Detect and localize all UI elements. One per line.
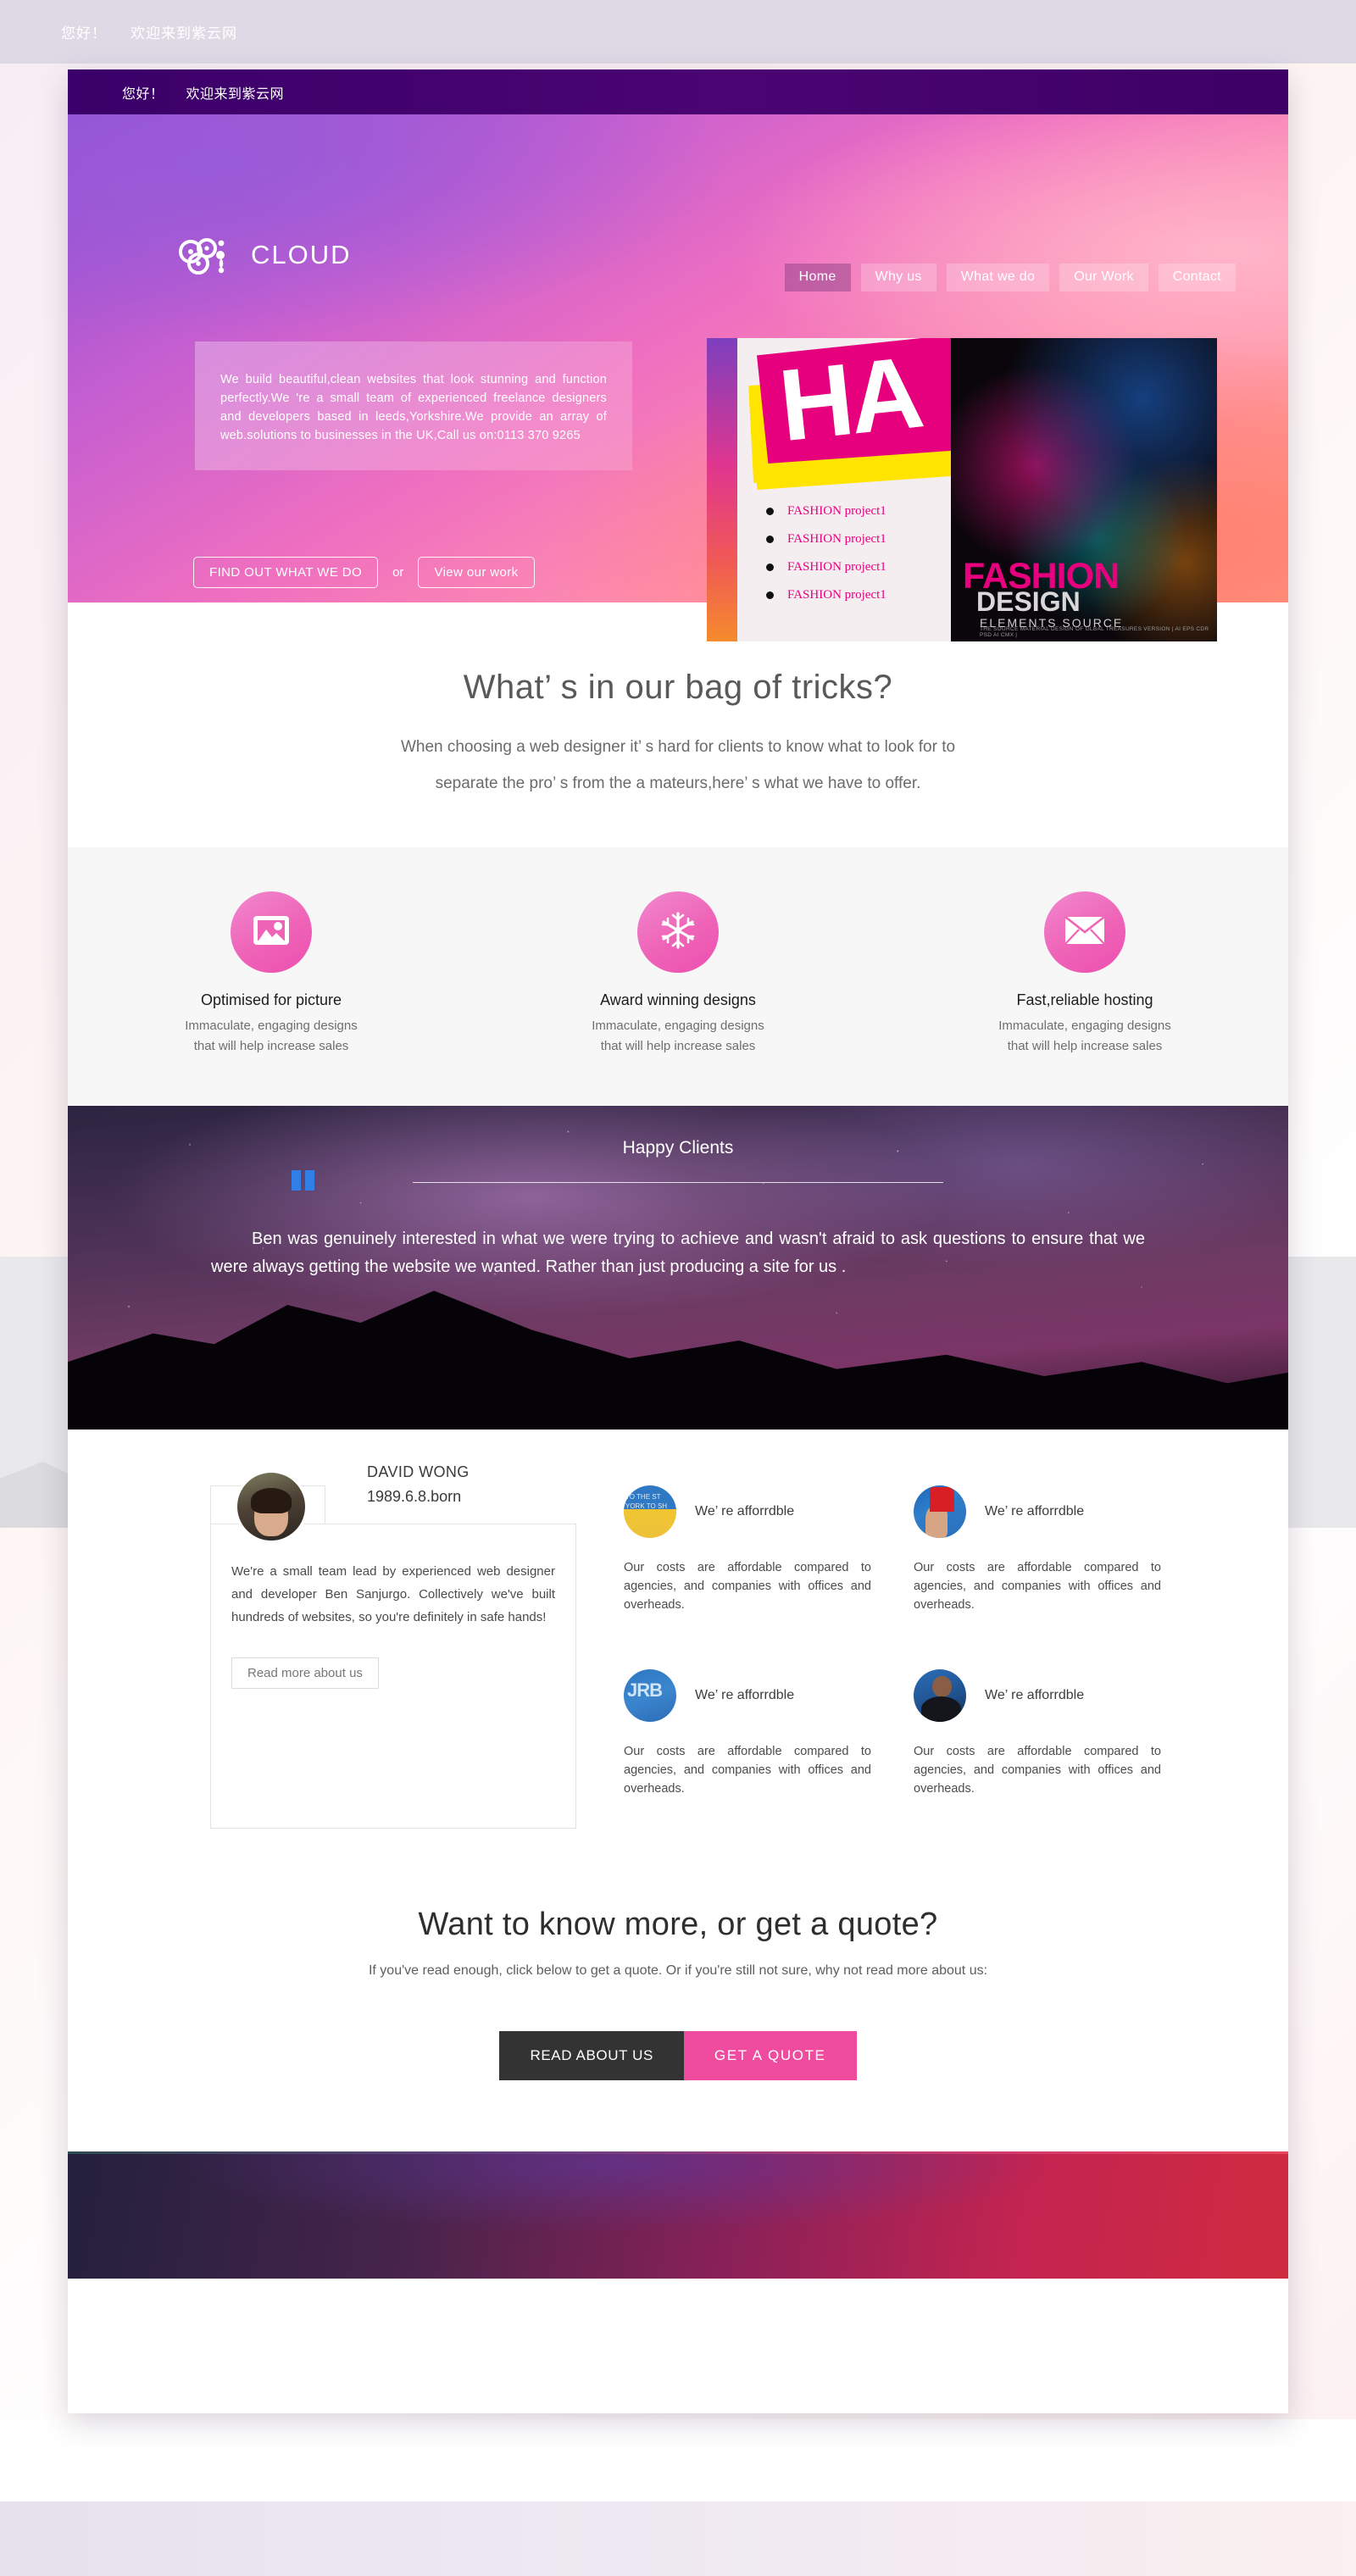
list-item: FASHION project1 [766,504,886,519]
grid-item-tag: We’ re afforrdble [985,1687,1085,1702]
read-more-about-us-button[interactable]: Read more about us [231,1657,379,1689]
cta-subtext: If you've read enough, click below to ge… [368,1963,988,1978]
list-item[interactable]: We’ re afforrdble Our costs are affordab… [914,1668,1161,1829]
flag-banner-photo-icon [624,1485,676,1538]
profile-card-body: DAVID WONG 1989.6.8.born We're a small t… [210,1463,576,1829]
profile-name: DAVID WONG [367,1463,470,1480]
feature-title: Fast,reliable hosting [1016,991,1153,1008]
view-our-work-button[interactable]: View our work [418,557,535,588]
testimonial-content: Happy Clients Ben was genuinely interest… [68,1106,1288,1281]
profile-born: 1989.6.8.born [367,1488,462,1505]
find-out-what-we-do-button[interactable]: FIND OUT WHAT WE DO [193,557,379,588]
nav-item-home[interactable]: Home [784,264,851,291]
feature-desc-line-1: Immaculate, engaging designs [998,1019,1171,1033]
grid-item-tag: We’ re afforrdble [695,1687,795,1702]
outer-top-bar: 您好！ 欢迎来到紫云网 [0,0,1356,64]
nav-item-why-us[interactable]: Why us [860,264,936,291]
feature-card-fast-reliable-hosting[interactable]: Fast,reliable hosting Immaculate, engagi… [881,891,1288,1057]
tricks-line-1: When choosing a web designer it’ s hard … [400,738,956,756]
about-section: DAVID WONG 1989.6.8.born We're a small t… [68,1430,1288,1829]
nav-item-contact[interactable]: Contact [1158,264,1236,291]
site-greeting-welcome: 欢迎来到紫云网 [186,86,285,102]
feature-card-optimised-for-picture[interactable]: Optimised for picture Immaculate, engagi… [68,891,475,1057]
avatar [235,1470,308,1543]
bottom-background-strip [0,2501,1356,2576]
read-about-us-button[interactable]: READ ABOUT US [499,2031,684,2080]
testimonial-quote: Ben was genuinely interested in what we … [211,1230,1145,1276]
nav-item-what-we-do[interactable]: What we do [946,264,1050,291]
artwork-project-list: FASHION project1 FASHION project1 FASHIO… [766,504,886,616]
envelope-mail-icon [1064,915,1105,949]
list-item: FASHION project1 [766,588,886,602]
get-a-quote-button[interactable]: GET A QUOTE [683,2031,857,2080]
artwork-headline: HA [774,338,925,464]
hero-actions: FIND OUT WHAT WE DO or View our work [193,557,535,588]
site-top-bar: 您好！ 欢迎来到紫云网 [68,69,1288,114]
feature-title: Optimised for picture [200,991,342,1008]
list-item[interactable]: We’ re afforrdble Our costs are affordab… [624,1485,871,1646]
snowflake-icon [659,911,697,954]
nav-item-our-work[interactable]: Our Work [1059,264,1148,291]
grid-item-tag: We’ re afforrdble [985,1504,1085,1518]
grid-item-tag: We’ re afforrdble [695,1504,795,1518]
feature-icon-badge [231,891,312,973]
testimonial-divider [413,1182,943,1183]
grid-item-desc: Our costs are affordable compared to age… [914,1561,1161,1612]
feature-desc-line-1: Immaculate, engaging designs [592,1019,764,1033]
jrb-graffiti-photo-icon [624,1668,676,1722]
hero-blurb-text: We build beautiful,clean websites that l… [220,373,607,442]
brand-logo[interactable]: CLOUD [176,233,352,277]
testimonial-section: Happy Clients Ben was genuinely interest… [68,1106,1288,1430]
list-item[interactable]: We’ re afforrdble Our costs are affordab… [914,1485,1161,1646]
feature-card-award-winning-designs[interactable]: Award winning designs Immaculate, engagi… [475,891,881,1057]
grid-item-desc: Our costs are affordable compared to age… [624,1744,871,1796]
main-navigation[interactable]: Home Why us What we do Our Work Contact [784,264,1236,291]
cta-section: Want to know more, or get a quote? If yo… [68,1829,1288,2151]
hero-or-separator: or [392,565,404,580]
feature-desc-line-2: that will help increase sales [1007,1039,1163,1053]
cta-actions: READ ABOUT US GET A QUOTE [68,2031,1288,2080]
outer-greeting-hello: 您好！ [61,25,107,42]
page-stage: 您好！ 欢迎来到紫云网 您好！ 欢迎来到紫云网 CLOUD Home Why u… [0,0,1356,2576]
hero-blurb-panel: We build beautiful,clean websites that l… [195,341,632,470]
feature-icon-badge [1044,891,1125,973]
feature-desc-line-2: that will help increase sales [600,1039,756,1053]
cloud-swirl-logo-icon [176,233,244,277]
hero-section: CLOUD Home Why us What we do Our Work Co… [68,114,1288,641]
about-feature-grid: We’ re afforrdble Our costs are affordab… [624,1485,1161,1829]
poster-fineprint: THE SOURCE MATERIAL DESIGN OF GLBAL TREA… [980,626,1209,638]
outer-greeting-welcome: 欢迎来到紫云网 [131,25,237,42]
tricks-line-2: separate the pro’ s from the a mateurs,h… [435,774,921,792]
features-section: Optimised for picture Immaculate, engagi… [68,847,1288,1106]
site-footer [68,2151,1288,2279]
feature-desc-line-2: that will help increase sales [193,1039,349,1053]
testimonial-heading: Happy Clients [622,1138,734,1158]
tricks-heading: What’ s in our bag of tricks? [463,669,893,706]
profile-card: DAVID WONG 1989.6.8.born We're a small t… [210,1463,576,1829]
feature-icon-badge [637,891,719,973]
person-red-sleeve-photo-icon [914,1485,966,1538]
feature-title: Award winning designs [600,991,756,1008]
website-card: 您好！ 欢迎来到紫云网 CLOUD Home Why us What we do… [68,69,1288,2413]
list-item: FASHION project1 [766,560,886,575]
list-item[interactable]: We’ re afforrdble Our costs are affordab… [624,1668,871,1829]
footer-accent-line [68,2151,1288,2154]
cta-heading: Want to know more, or get a quote? [418,1907,938,1942]
woman-portrait-photo-icon [914,1668,966,1722]
artwork-color-strip [707,338,737,641]
brand-name: CLOUD [251,240,352,269]
grid-item-desc: Our costs are affordable compared to age… [624,1561,871,1612]
quotation-mark-icon [292,1170,315,1191]
feature-desc-line-1: Immaculate, engaging designs [185,1019,358,1033]
profile-identity: DAVID WONG 1989.6.8.born [367,1463,470,1506]
hero-artwork[interactable]: HA FASHION project1 FASHION project1 FAS… [707,338,1217,641]
poster-subtitle: DESIGN [976,586,1081,617]
grid-item-desc: Our costs are affordable compared to age… [914,1744,1161,1796]
artwork-poster: FASHION DESIGN ELEMENTS SOURCE THE SOURC… [951,338,1217,641]
site-greeting-hello: 您好！ [122,86,164,102]
list-item: FASHION project1 [766,532,886,547]
image-picture-icon [252,914,291,951]
